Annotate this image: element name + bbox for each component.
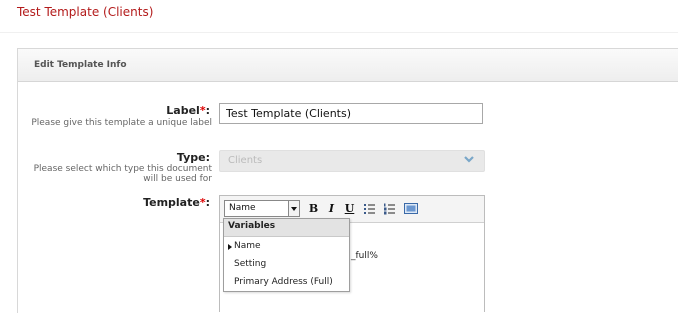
- type-select-value: Clients: [228, 155, 263, 166]
- underline-button[interactable]: U: [342, 201, 357, 216]
- panel-title: Edit Template Info: [34, 60, 127, 70]
- variables-select[interactable]: Name: [224, 200, 300, 217]
- type-field-label: Type:: [176, 151, 210, 164]
- variable-item-name[interactable]: Name: [224, 237, 349, 255]
- template-field-label: Template*:: [143, 196, 210, 209]
- variable-item-setting[interactable]: Setting: [224, 255, 349, 273]
- bullet-list-icon: [364, 204, 375, 214]
- type-select[interactable]: Clients: [219, 150, 485, 172]
- italic-button[interactable]: I: [324, 201, 339, 216]
- dropdown-arrow-icon: [288, 201, 299, 216]
- submenu-caret-icon: [228, 244, 232, 250]
- numbered-list-icon: [384, 203, 395, 215]
- label-field-hint: Please give this template a unique label: [31, 118, 212, 128]
- variables-menu-header: Variables: [224, 219, 349, 237]
- bullet-list-button[interactable]: [362, 201, 377, 216]
- label-input[interactable]: [219, 103, 483, 124]
- bold-button[interactable]: B: [306, 201, 321, 216]
- image-icon: [403, 203, 418, 214]
- numbered-list-button[interactable]: [382, 201, 397, 216]
- insert-image-button[interactable]: [403, 201, 418, 216]
- variable-item-primary-address[interactable]: Primary Address (Full): [224, 273, 349, 291]
- variables-dropdown-menu: Variables Name Setting Primary Address (…: [223, 218, 350, 292]
- panel-header: Edit Template Info: [18, 49, 678, 82]
- title-divider: [0, 32, 678, 33]
- chevron-down-icon: [464, 156, 474, 163]
- type-field-hint: Please select which type this document w…: [33, 164, 212, 184]
- editor-content: _full%: [351, 251, 378, 261]
- page-title: Test Template (Clients): [17, 5, 154, 19]
- label-field-label: Label*:: [166, 104, 210, 117]
